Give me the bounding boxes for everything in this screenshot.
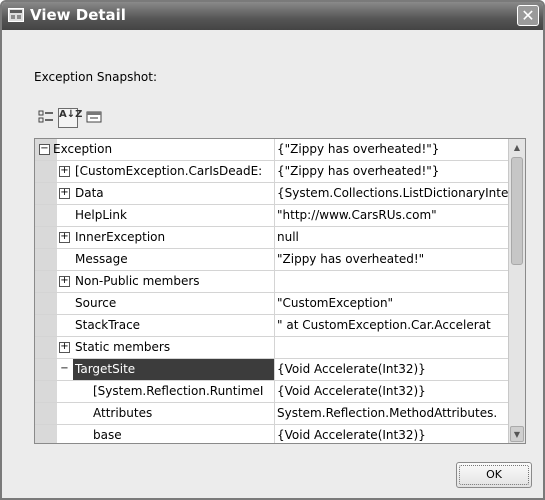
scroll-thumb[interactable] [511,157,523,265]
property-name: [System.Reflection.RuntimeI [93,384,264,398]
property-value[interactable]: System.Reflection.MethodAttributes. [274,403,508,424]
categorized-icon [38,110,53,123]
property-value[interactable]: {Void Accelerate(Int32)} [274,359,508,380]
property-value[interactable]: "Zippy has overheated!" [274,249,508,270]
property-row[interactable]: [System.Reflection.RuntimeI {Void Acceler… [35,381,508,403]
vertical-scrollbar[interactable]: ▲ ▼ [508,139,525,443]
expand-icon[interactable]: + [59,188,70,199]
expand-icon[interactable]: + [59,166,70,177]
property-pages-icon [86,111,102,123]
property-row[interactable]: HelpLink "http://www.CarsRUs.com" [35,205,508,227]
property-name: Source [75,296,117,310]
property-name: StackTrace [75,318,141,332]
property-row[interactable]: + InnerException null [35,227,508,249]
property-row[interactable]: Source "CustomException" [35,293,508,315]
property-value[interactable]: "CustomException" [274,293,508,314]
property-name: base [93,428,122,442]
property-value[interactable] [274,271,508,292]
property-name: [CustomException.CarIsDeadE: [75,164,263,178]
property-row[interactable]: + Static members [35,337,508,359]
property-value[interactable]: {"Zippy has overheated!"} [274,161,508,182]
property-row[interactable]: − TargetSite {Void Accelerate(Int32)} [35,359,508,381]
property-name: Message [75,252,128,266]
property-name: TargetSite [73,359,274,380]
property-row[interactable]: Attributes System.Reflection.MethodAttrib… [35,403,508,425]
property-value[interactable]: "http://www.CarsRUs.com" [274,205,508,226]
scroll-up-icon[interactable]: ▲ [510,140,524,156]
ok-button[interactable]: OK [456,462,532,488]
property-row[interactable]: base {Void Accelerate(Int32)} [35,425,508,443]
collapse-icon[interactable]: − [59,364,70,375]
exception-snapshot-label: Exception Snapshot: [34,70,158,84]
property-name: HelpLink [75,208,127,222]
property-grid[interactable]: − Exception {"Zippy has overheated!"} + [Cus… [34,138,526,444]
window-title: View Detail [30,6,126,24]
property-name: Exception [53,142,113,156]
property-value[interactable] [274,337,508,358]
property-value[interactable]: {System.Collections.ListDictionaryInte [274,183,508,204]
property-pages-button[interactable] [84,108,104,128]
property-row[interactable]: + Data {System.Collections.ListDictionaryI… [35,183,508,205]
expand-icon[interactable]: + [59,276,70,287]
property-name: Non-Public members [75,274,200,288]
alphabetical-view-button[interactable]: A↓Z [58,108,82,128]
sort-alpha-icon: A↓Z [59,109,83,120]
property-row[interactable]: + Non-Public members [35,271,508,293]
collapse-icon[interactable]: − [39,144,50,155]
expand-icon[interactable]: + [59,232,70,243]
property-row[interactable]: Message "Zippy has overheated!" [35,249,508,271]
close-button[interactable]: ✕ [517,5,539,26]
property-row[interactable]: − Exception {"Zippy has overheated!"} [35,139,508,161]
property-value[interactable]: {Void Accelerate(Int32)} [274,425,508,443]
property-value[interactable]: " at CustomException.Car.Accelerat [274,315,508,336]
property-name: Data [75,186,104,200]
title-bar[interactable]: View Detail ✕ [2,2,543,30]
scroll-down-icon[interactable]: ▼ [510,426,524,442]
property-value[interactable]: null [274,227,508,248]
window-icon [8,8,24,22]
property-name: Static members [75,340,171,354]
property-value[interactable]: {Void Accelerate(Int32)} [274,381,508,402]
property-value[interactable]: {"Zippy has overheated!"} [274,139,508,160]
property-row[interactable]: + [CustomException.CarIsDeadE: {"Zippy has… [35,161,508,183]
property-name: InnerException [75,230,166,244]
view-detail-dialog: View Detail ✕ Exception Snapshot: A↓Z − E… [0,0,545,500]
categorized-view-button[interactable] [36,108,56,128]
expand-icon[interactable]: + [59,342,70,353]
property-name: Attributes [93,406,153,420]
property-row[interactable]: StackTrace " at CustomException.Car.Accel… [35,315,508,337]
property-toolbar: A↓Z [36,108,136,130]
